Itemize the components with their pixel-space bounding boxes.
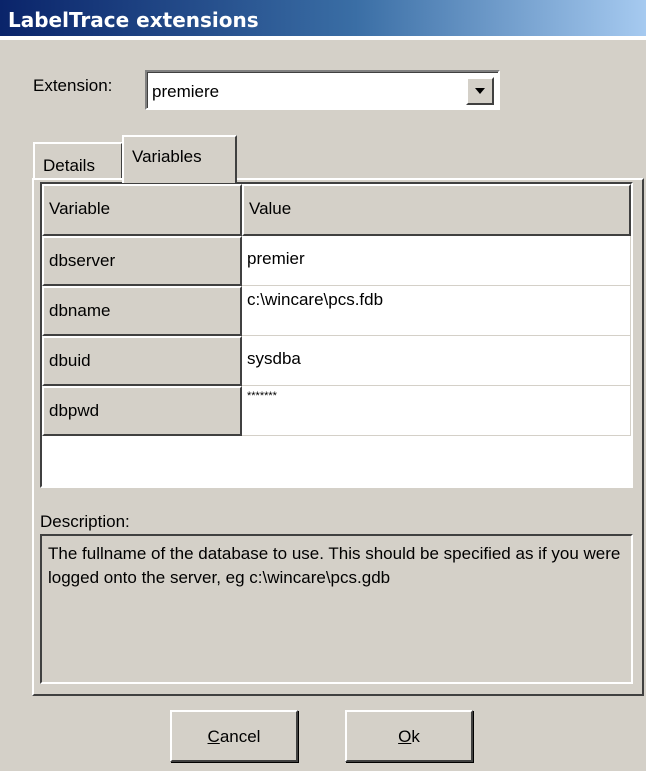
row-value-cell[interactable]: sysdba	[242, 336, 631, 386]
cancel-button[interactable]: Cancel	[170, 710, 298, 762]
title-bar: LabelTrace extensions	[0, 0, 646, 40]
extension-label: Extension:	[33, 76, 113, 95]
description-text: The fullname of the database to use. Thi…	[40, 534, 633, 684]
extension-select[interactable]: premiere	[145, 70, 500, 110]
dropdown-button[interactable]	[466, 77, 494, 105]
tab-variables[interactable]: Variables	[122, 135, 237, 183]
ok-label: k	[411, 727, 420, 746]
row-value-cell[interactable]: c:\wincare\pcs.fdb	[242, 286, 631, 336]
window-title: LabelTrace extensions	[8, 8, 259, 32]
column-header-value[interactable]: Value	[242, 184, 631, 236]
row-variable-cell[interactable]: dbpwd	[42, 386, 242, 436]
row-value-cell[interactable]: *******	[242, 386, 631, 436]
ok-mnemonic: O	[398, 727, 412, 746]
extension-select-value: premiere	[152, 82, 220, 101]
tab-variables-label: Variables	[132, 147, 202, 166]
description-label: Description:	[40, 512, 130, 531]
row-variable-cell[interactable]: dbname	[42, 286, 242, 336]
cancel-mnemonic: C	[207, 727, 220, 746]
row-variable-cell[interactable]: dbserver	[42, 236, 242, 286]
chevron-down-icon	[475, 88, 485, 94]
column-header-variable[interactable]: Variable	[42, 184, 242, 236]
row-variable-cell[interactable]: dbuid	[42, 336, 242, 386]
variables-grid[interactable]: Variable Value dbserver premier dbname c…	[40, 182, 633, 488]
ok-button[interactable]: Ok	[345, 710, 473, 762]
tab-details[interactable]: Details	[33, 142, 123, 180]
cancel-label: ancel	[219, 727, 261, 746]
row-value-cell[interactable]: premier	[242, 236, 631, 286]
tab-details-label: Details	[43, 156, 95, 175]
